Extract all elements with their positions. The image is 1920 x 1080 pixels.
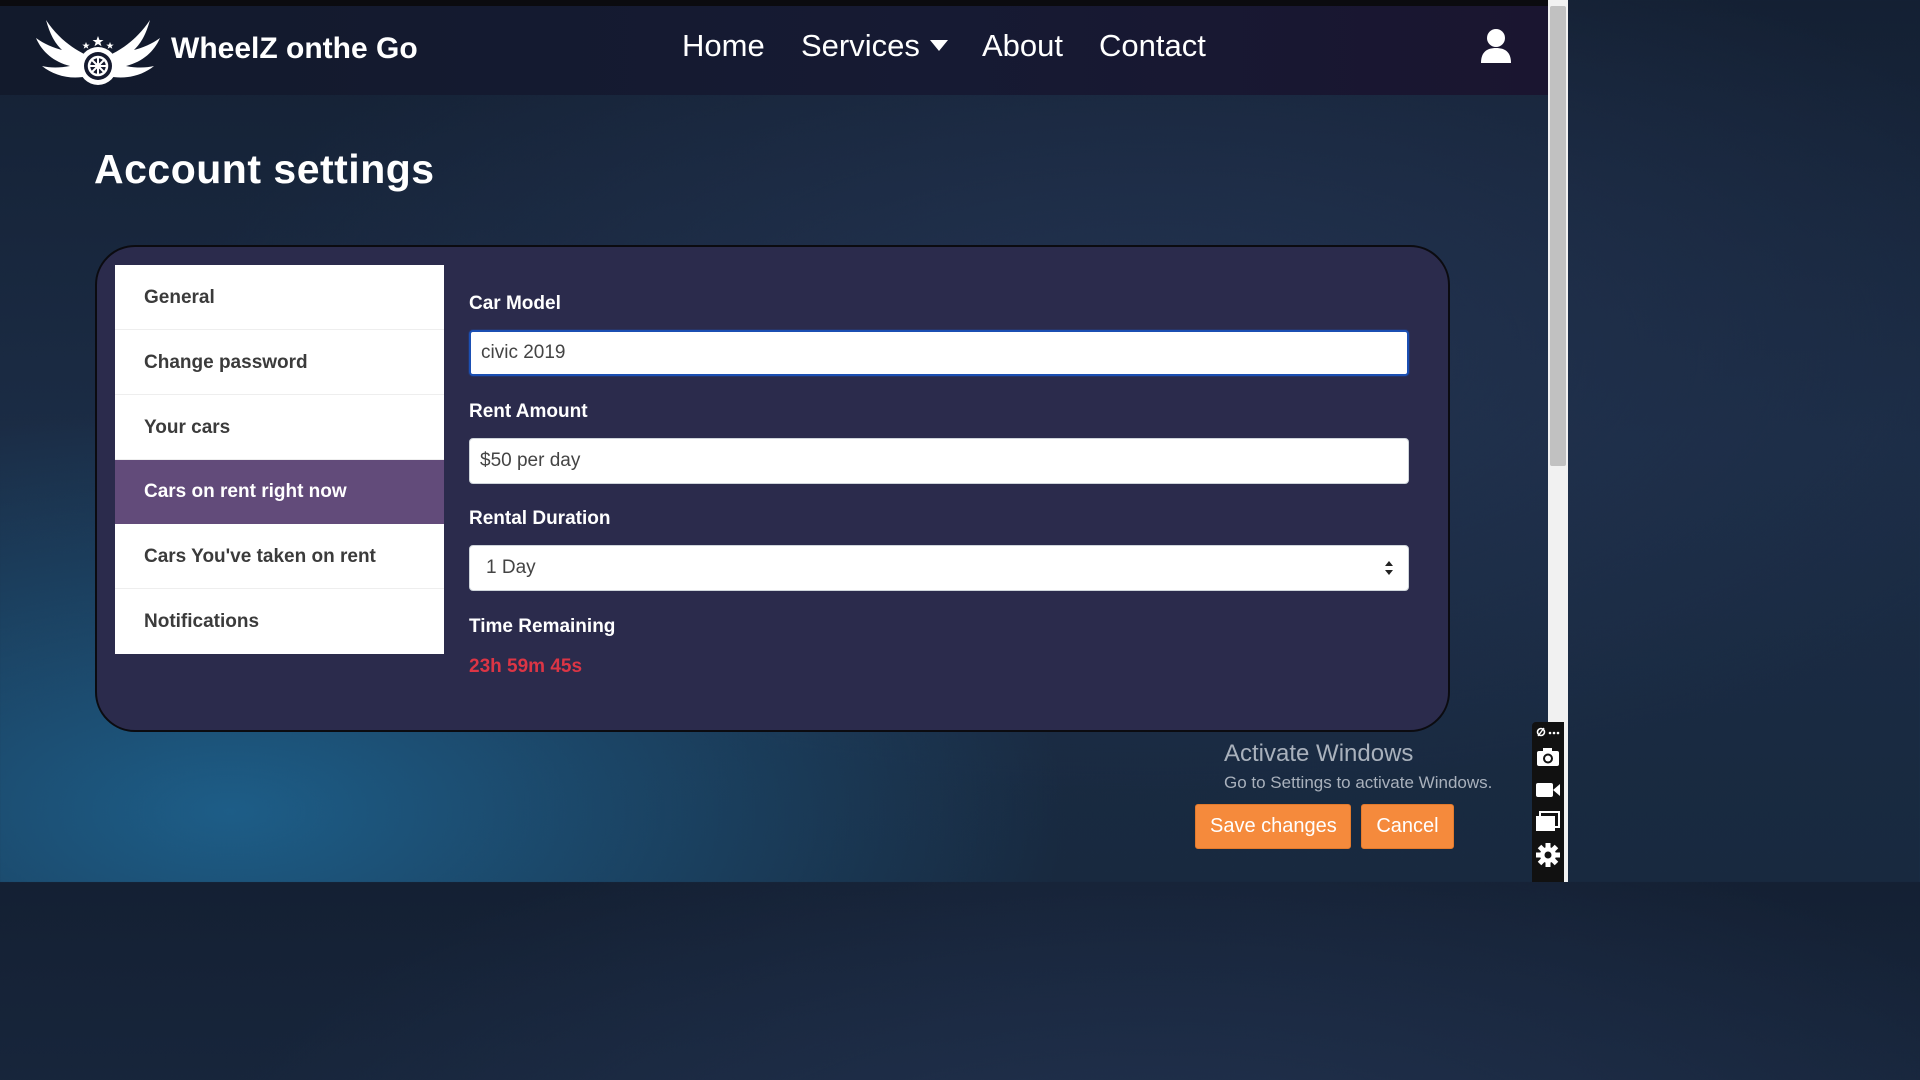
cancel-button[interactable]: Cancel bbox=[1361, 804, 1454, 849]
rental-duration-label: Rental Duration bbox=[469, 508, 611, 529]
sidebar-item-notifications[interactable]: Notifications bbox=[115, 589, 444, 654]
car-model-input[interactable] bbox=[469, 330, 1409, 376]
settings-sidebar: General Change password Your cars Cars o… bbox=[115, 265, 444, 654]
winged-wheel-logo[interactable] bbox=[32, 14, 164, 86]
nav-about-link[interactable]: About bbox=[982, 28, 1063, 64]
settings-gear-icon[interactable] bbox=[1535, 843, 1561, 867]
sidebar-item-cars-taken-on-rent[interactable]: Cars You've taken on rent bbox=[115, 524, 444, 589]
activate-windows-title: Activate Windows bbox=[1224, 740, 1414, 767]
save-changes-button[interactable]: Save changes bbox=[1195, 804, 1351, 849]
sidebar-item-change-password[interactable]: Change password bbox=[115, 330, 444, 395]
caret-down-icon bbox=[929, 40, 948, 52]
user-icon[interactable] bbox=[1480, 28, 1512, 64]
camera-icon[interactable] bbox=[1535, 745, 1561, 769]
activate-windows-subtitle: Go to Settings to activate Windows. bbox=[1224, 773, 1493, 792]
sidebar-item-general[interactable]: General bbox=[115, 265, 444, 330]
brand-name[interactable]: WheelZ onthe Go bbox=[171, 32, 418, 66]
scrollbar-thumb[interactable] bbox=[1550, 6, 1566, 466]
nav-contact-link[interactable]: Contact bbox=[1099, 28, 1206, 64]
time-remaining-label: Time Remaining bbox=[469, 616, 616, 637]
navbar: WheelZ onthe Go Home Services About Cont… bbox=[0, 6, 1548, 95]
time-remaining-countdown: 23h 59m 45s bbox=[469, 656, 583, 677]
car-model-label: Car Model bbox=[469, 293, 561, 314]
rent-amount-label: Rent Amount bbox=[469, 401, 588, 422]
sidebar-item-your-cars[interactable]: Your cars bbox=[115, 395, 444, 460]
screen-icon[interactable] bbox=[1535, 810, 1561, 834]
select-arrows-icon bbox=[1385, 561, 1393, 575]
rental-duration-value: 1 Day bbox=[486, 557, 536, 578]
nav-services-dropdown[interactable]: Services bbox=[801, 28, 948, 64]
link-more-icon[interactable] bbox=[1535, 725, 1561, 739]
sidebar-item-cars-on-rent[interactable]: Cars on rent right now bbox=[115, 460, 444, 524]
rental-duration-select[interactable]: 1 Day bbox=[469, 545, 1409, 591]
rent-amount-input[interactable] bbox=[469, 438, 1409, 484]
page-title: Account settings bbox=[94, 146, 435, 192]
video-camera-icon[interactable] bbox=[1535, 778, 1561, 802]
nav-services-label: Services bbox=[801, 28, 920, 63]
nav-home-link[interactable]: Home bbox=[682, 28, 765, 64]
